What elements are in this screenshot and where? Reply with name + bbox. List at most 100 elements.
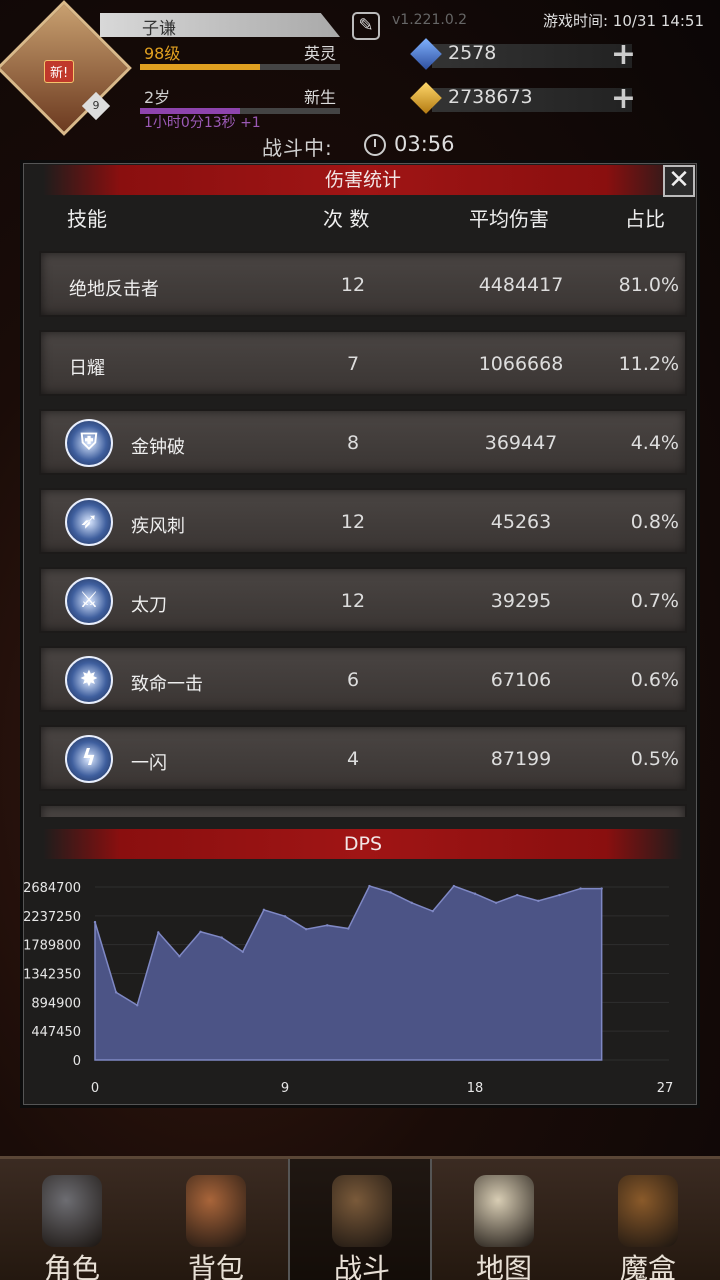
scroll-map-icon	[474, 1175, 534, 1247]
damage-share: 4.4%	[630, 432, 679, 454]
gem-count: 2578	[448, 42, 497, 64]
damage-share: 81.0%	[618, 274, 679, 296]
nav-item-helmet[interactable]: 角色	[0, 1159, 144, 1280]
col-avg-damage: 平均伤害	[469, 207, 549, 231]
damage-share: 0.6%	[630, 669, 679, 691]
nav-label: 角色	[43, 1252, 100, 1280]
dps-point	[304, 927, 308, 931]
hit-count: 7	[346, 353, 360, 375]
dps-chart: 0 447450 894900 1342350 1789800 2237250 268470…	[23, 881, 674, 1096]
avg-damage: 39295	[490, 590, 552, 612]
table-row[interactable]	[39, 804, 687, 817]
dps-point	[579, 887, 582, 890]
dps-point	[220, 936, 223, 939]
skill-list[interactable]: 绝地反击者 12 4484417 81.0% 日耀 7 1066668 11.2% ⛨ 金钟破 8 3…	[39, 251, 687, 817]
y-tick-label: 0	[73, 1054, 81, 1069]
dps-point	[431, 909, 434, 913]
hit-count: 4	[346, 748, 360, 770]
slash-skill-icon: ϟ	[65, 735, 113, 783]
nav-item-sword-shield[interactable]: 战斗	[288, 1159, 432, 1280]
shield-skill-icon: ⛨	[65, 419, 113, 467]
dps-point	[410, 901, 413, 904]
hit-count: 12	[340, 274, 366, 296]
dps-point	[494, 901, 498, 904]
skill-name: 绝地反击者	[69, 279, 159, 300]
table-row[interactable]: ➶ 疾风刺 12 45263 0.8%	[39, 488, 687, 554]
dps-point	[516, 893, 519, 897]
new-badge: 新!	[44, 60, 75, 83]
avatar-level-chip: 9	[81, 91, 111, 121]
arrows-skill-icon: ➶	[65, 498, 113, 546]
sword-skill-icon: ⚔	[65, 577, 113, 625]
name-plate	[100, 13, 340, 37]
skill-name: 日耀	[69, 358, 105, 379]
damage-share: 0.5%	[630, 748, 679, 770]
dps-point	[93, 920, 97, 924]
add-gem-button[interactable]: +	[611, 37, 636, 72]
dps-point	[326, 924, 329, 927]
hit-count: 12	[340, 590, 366, 612]
nav-label: 背包	[187, 1252, 244, 1280]
dps-point	[389, 891, 392, 894]
dps-point	[473, 892, 477, 895]
nav-item-backpack[interactable]: 背包	[144, 1159, 288, 1280]
x-tick-label: 9	[281, 1081, 289, 1096]
skill-name: 太刀	[131, 595, 167, 616]
dps-point	[537, 899, 540, 903]
age-label: 2岁	[144, 88, 171, 107]
y-tick-label: 447450	[31, 1025, 81, 1040]
dps-point	[199, 930, 202, 933]
dps-point	[452, 884, 456, 888]
hit-count: 6	[346, 669, 360, 691]
table-row[interactable]: ⛨ 金钟破 8 369447 4.4%	[39, 409, 687, 475]
magic-box-icon	[618, 1175, 678, 1247]
nav-item-scroll-map[interactable]: 地图	[432, 1159, 576, 1280]
level-progress-bar	[140, 64, 340, 70]
avg-damage: 369447	[484, 432, 558, 454]
avg-damage: 45263	[490, 511, 552, 533]
nav-label: 战斗	[333, 1252, 390, 1280]
helmet-icon	[42, 1175, 102, 1247]
x-tick-label: 27	[657, 1081, 674, 1096]
damage-share: 0.7%	[630, 590, 679, 612]
skill-name: 一闪	[131, 753, 167, 774]
dps-point	[157, 931, 160, 934]
gold-count: 2738673	[448, 86, 533, 108]
hit-count: 12	[340, 511, 366, 533]
age-rank: 新生	[303, 88, 336, 107]
nav-item-magic-box[interactable]: 魔盒	[576, 1159, 720, 1280]
hit-count: 8	[346, 432, 360, 454]
add-gold-button[interactable]: +	[611, 81, 636, 116]
y-tick-label: 2684700	[23, 881, 81, 896]
level-label: 98级	[144, 44, 181, 63]
top-header: 新! 9 子谦 ✎ v1.221.0.2 游戏时间: 10/31 14:51 9…	[0, 0, 720, 160]
y-tick-label: 1342350	[23, 968, 81, 983]
avg-damage: 87199	[490, 748, 552, 770]
dps-point	[368, 884, 371, 888]
dps-point	[178, 955, 181, 958]
edit-icon[interactable]: ✎	[352, 12, 380, 40]
table-row[interactable]: ✸ 致命一击 6 67106 0.6%	[39, 646, 687, 712]
avg-damage: 1066668	[478, 353, 564, 375]
y-tick-label: 894900	[31, 996, 81, 1011]
table-row[interactable]: 日耀 7 1066668 11.2%	[39, 330, 687, 396]
x-tick-label: 18	[467, 1081, 484, 1096]
col-share: 占比	[625, 207, 665, 231]
table-row[interactable]: 绝地反击者 12 4484417 81.0%	[39, 251, 687, 317]
dps-point	[558, 893, 561, 897]
clock-icon	[364, 134, 386, 156]
y-tick-label: 2237250	[23, 910, 81, 925]
col-count: 次 数	[323, 207, 370, 231]
dps-point	[136, 1004, 139, 1007]
table-row[interactable]: ⚔ 太刀 12 39295 0.7%	[39, 567, 687, 633]
dps-point	[114, 991, 118, 994]
table-row[interactable]: ϟ 一闪 4 87199 0.5%	[39, 725, 687, 791]
gold-currency: 2738673 +	[410, 81, 636, 116]
dps-point	[241, 950, 244, 953]
gem-currency: 2578 +	[410, 37, 636, 72]
dps-point	[262, 908, 266, 912]
nav-label: 魔盒	[619, 1252, 676, 1280]
close-button[interactable]: ✕	[663, 165, 695, 197]
level-row: 98级 英灵	[140, 40, 340, 80]
skill-name: 致命一击	[131, 674, 203, 695]
